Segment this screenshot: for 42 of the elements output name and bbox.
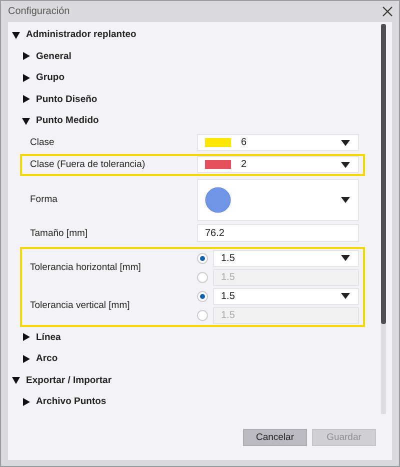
tree-item[interactable]: General: [36, 50, 72, 62]
collapsed-arrow-icon[interactable]: [22, 52, 30, 60]
tree-item[interactable]: Punto Medido: [36, 115, 99, 126]
tree-item[interactable]: Administrador replanteo: [26, 29, 136, 40]
caret-icon: [341, 162, 350, 168]
value-dropdown[interactable]: 1.5: [213, 250, 359, 266]
caret-icon: [341, 140, 350, 146]
expanded-arrow-icon[interactable]: [22, 116, 30, 125]
tree-item[interactable]: Archivo Puntos: [36, 396, 106, 408]
tree-item[interactable]: Grupo: [36, 72, 64, 84]
collapsed-arrow-icon[interactable]: [22, 74, 30, 82]
collapsed-arrow-icon[interactable]: [22, 354, 30, 363]
expanded-arrow-icon[interactable]: [12, 30, 20, 39]
expanded-arrow-icon[interactable]: [12, 376, 20, 384]
tree-item[interactable]: Exportar / Importar: [26, 374, 112, 386]
dialog-button[interactable]: Cancelar: [243, 428, 307, 446]
scrollbar[interactable]: [381, 24, 386, 414]
color-dropdown[interactable]: 6: [197, 134, 359, 151]
caret-icon: [341, 255, 350, 261]
value-dropdown[interactable]: 1.5: [213, 288, 359, 304]
caret-icon: [341, 196, 350, 202]
caret-icon: [341, 293, 350, 299]
tree-item[interactable]: Arco: [36, 353, 58, 364]
window-title: Configuración: [8, 6, 70, 17]
setting-label: Clase (Fuera de tolerancia): [30, 159, 146, 170]
radio-button[interactable]: [197, 252, 208, 264]
shape-dropdown[interactable]: [197, 178, 359, 220]
collapsed-arrow-icon[interactable]: [22, 95, 30, 104]
setting-label: Tamaño [mm]: [30, 228, 89, 238]
sphere-icon: [205, 186, 231, 212]
setting-label: Tolerancia vertical [mm]: [30, 300, 131, 311]
input-field[interactable]: 76.2: [197, 224, 359, 242]
color-dropdown[interactable]: 2: [197, 156, 359, 173]
setting-label: Clase: [30, 137, 56, 148]
collapsed-arrow-icon[interactable]: [22, 398, 30, 406]
setting-label: Tolerancia horizontal [mm]: [30, 262, 142, 273]
radio-button[interactable]: [197, 290, 208, 302]
tree-item[interactable]: Punto Diseño: [36, 94, 98, 105]
collapsed-arrow-icon[interactable]: [22, 333, 30, 342]
setting-label: Forma: [30, 194, 58, 205]
tree-item[interactable]: Línea: [36, 332, 61, 343]
close-icon[interactable]: [382, 6, 393, 17]
